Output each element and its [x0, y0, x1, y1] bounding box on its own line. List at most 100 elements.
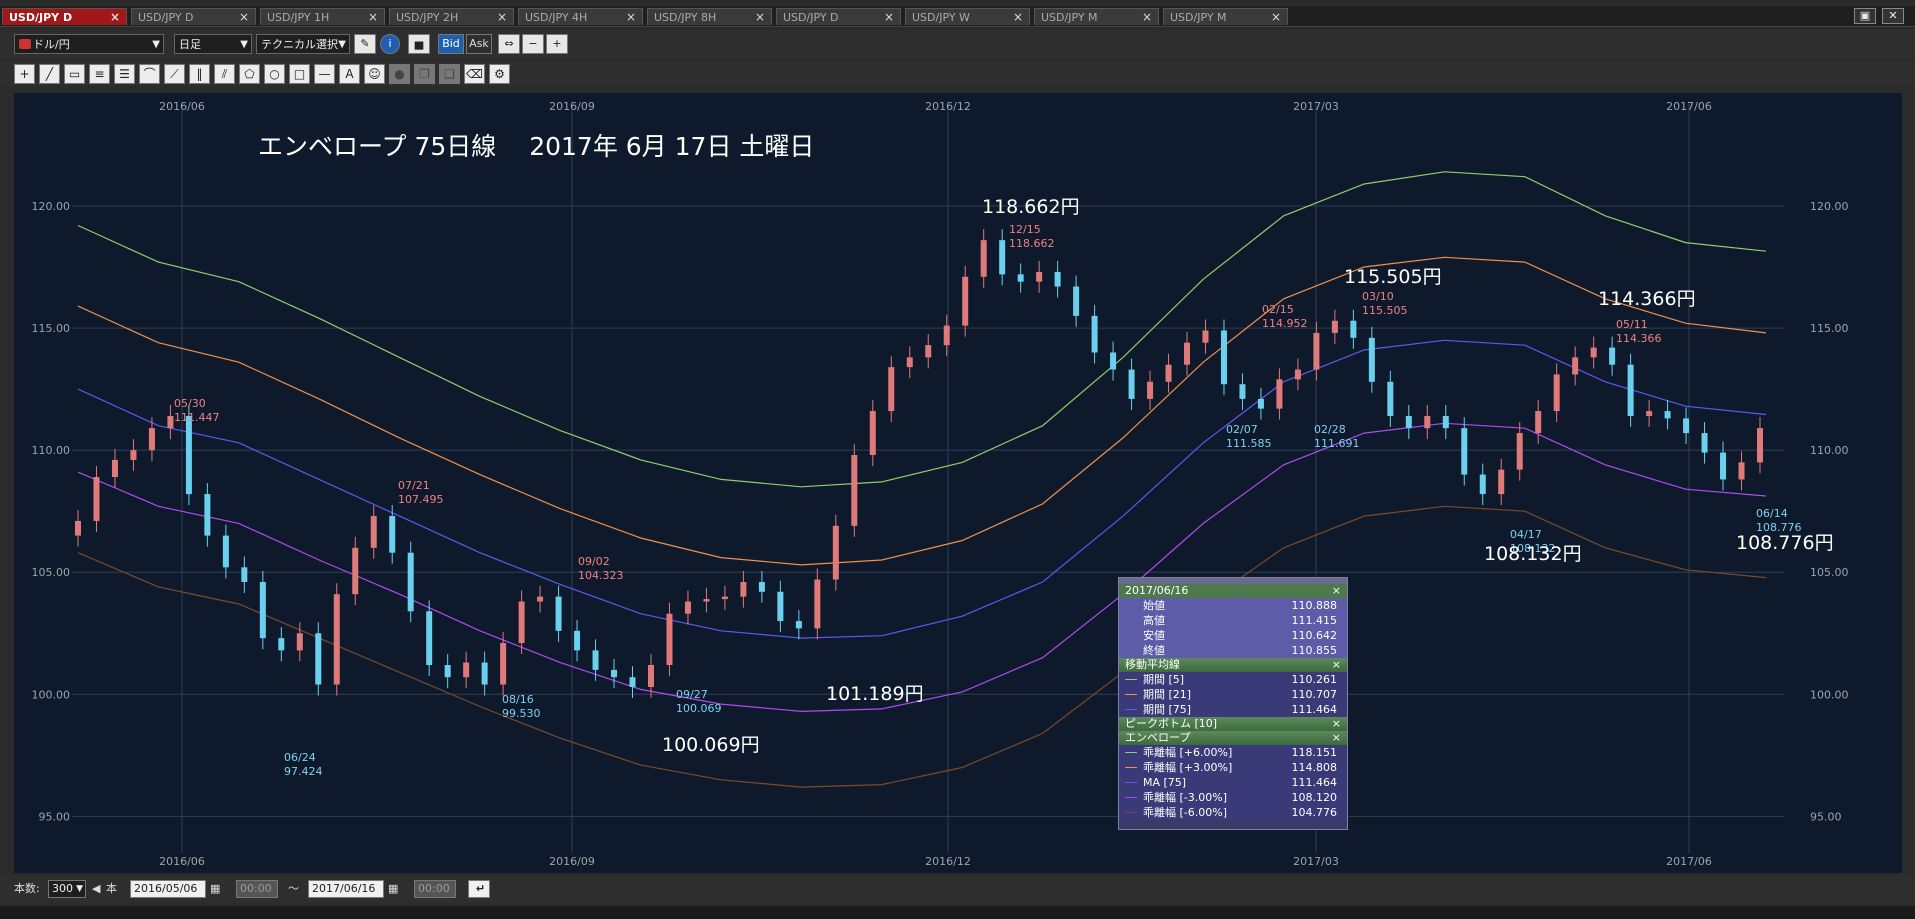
timeframe-select[interactable]: 日足 ▼ — [174, 34, 252, 54]
close-icon[interactable]: × — [110, 9, 120, 26]
data-legend[interactable]: 2017/06/16 × 始値 110.888 高値 111.415 安値 110.642 終… — [1118, 577, 1348, 830]
group-icon[interactable]: ● — [389, 64, 410, 84]
hline-icon[interactable]: — — [314, 64, 335, 84]
zoom-fit-icon[interactable]: ⇔ — [498, 34, 520, 54]
crosshair-icon[interactable]: + — [14, 64, 35, 84]
tab-5[interactable]: USD/JPY 8H × — [647, 8, 772, 25]
tab-1[interactable]: USD/JPY D × — [131, 8, 256, 25]
symbol-select[interactable]: ドル/円 ▼ — [14, 34, 164, 54]
tab-8[interactable]: USD/JPY M × — [1034, 8, 1159, 25]
pen-icon[interactable]: ✎ — [354, 34, 376, 54]
maximize-icon[interactable]: ▣ — [1854, 8, 1876, 24]
close-icon[interactable]: × — [368, 9, 378, 26]
candle-body — [943, 325, 950, 346]
hlines-icon[interactable]: ≡ — [89, 64, 110, 84]
peak-date-label: 05/11 — [1616, 318, 1648, 331]
close-icon[interactable]: × — [755, 9, 765, 26]
legend-label: 乖離幅 [-6.00%] — [1143, 806, 1227, 819]
tab-2[interactable]: USD/JPY 1H × — [260, 8, 385, 25]
arc-icon[interactable]: ⌒ — [139, 64, 160, 84]
close-icon[interactable]: × — [1332, 584, 1341, 598]
polygon-icon[interactable]: ⬠ — [239, 64, 260, 84]
from-time-field[interactable]: 00:00 — [236, 880, 278, 898]
to-date-field[interactable]: 2017/06/16 — [308, 880, 384, 898]
chart-type-icon[interactable]: ▅ — [408, 34, 430, 54]
fan-icon[interactable]: ⟋ — [164, 64, 185, 84]
y-tick-label-right: 110.00 — [1810, 444, 1849, 457]
count-value: 300 — [52, 882, 73, 895]
legend-row: 乖離幅 [+3.00%] 114.808 — [1119, 760, 1347, 775]
stepper-arrow-icon[interactable]: ◀ — [92, 880, 100, 898]
close-icon[interactable]: × — [239, 9, 249, 26]
calendar-icon[interactable]: ▦ — [210, 880, 220, 898]
big-price-label: 118.662円 — [982, 196, 1080, 218]
technical-select[interactable]: テクニカル選択 ▼ — [256, 34, 350, 54]
ruler-icon[interactable]: ▭ — [64, 64, 85, 84]
info-icon[interactable]: i — [380, 34, 400, 54]
legend-ma-title: 移動平均線 — [1125, 658, 1180, 671]
legend-row: 始値 110.888 — [1119, 598, 1347, 613]
tab-7[interactable]: USD/JPY W × — [905, 8, 1030, 25]
legend-swatch — [1125, 679, 1137, 680]
close-icon[interactable]: × — [1013, 9, 1023, 26]
legend-value: 111.415 — [1291, 614, 1338, 627]
tab-0[interactable]: USD/JPY D × — [2, 8, 127, 25]
to-time-field[interactable]: 00:00 — [414, 880, 456, 898]
close-icon[interactable]: × — [497, 9, 507, 26]
legend-label: 安値 — [1143, 629, 1165, 642]
close-icon[interactable]: × — [1271, 9, 1281, 26]
candle-body — [1091, 315, 1098, 353]
candle-body — [721, 596, 728, 600]
big-price-label: 115.505円 — [1344, 266, 1442, 288]
candle-body — [832, 525, 839, 580]
paste-icon[interactable]: ❏ — [439, 64, 460, 84]
candle-body — [1720, 452, 1727, 480]
y-tick-label-left: 105.00 — [32, 566, 71, 579]
technical-select-value: テクニカル選択 — [261, 38, 338, 51]
circle-icon[interactable]: ○ — [264, 64, 285, 84]
copy-icon[interactable]: ❐ — [414, 64, 435, 84]
close-icon[interactable]: × — [626, 9, 636, 26]
calendar-icon[interactable]: ▦ — [388, 880, 398, 898]
tab-4[interactable]: USD/JPY 4H × — [518, 8, 643, 25]
candle-body — [814, 579, 821, 629]
close-icon[interactable]: × — [1332, 717, 1341, 731]
chart-area[interactable]: 120.00 120.00 115.00 115.00 110.00 110.00 105.… — [14, 93, 1902, 873]
close-icon[interactable]: × — [1332, 658, 1341, 672]
line-icon[interactable]: ╱ — [39, 64, 60, 84]
close-icon[interactable]: × — [1332, 731, 1341, 745]
price-chart[interactable]: 120.00 120.00 115.00 115.00 110.00 110.00 105.… — [14, 93, 1902, 873]
tab-9[interactable]: USD/JPY M × — [1163, 8, 1288, 25]
emoji-icon[interactable]: ☺ — [364, 64, 385, 84]
rectangle-icon[interactable]: □ — [289, 64, 310, 84]
candle-body — [1257, 398, 1264, 409]
candle-body — [740, 581, 747, 597]
text-icon[interactable]: A — [339, 64, 360, 84]
tab-3[interactable]: USD/JPY 2H × — [389, 8, 514, 25]
tab-6[interactable]: USD/JPY D × — [776, 8, 901, 25]
bid-button[interactable]: Bid — [438, 34, 464, 54]
close-icon[interactable]: ✕ — [1882, 8, 1904, 24]
peak-value-label: 111.691 — [1314, 437, 1360, 450]
candle-body — [1701, 433, 1708, 453]
from-date-field[interactable]: 2016/05/06 — [130, 880, 206, 898]
pitchfork-icon[interactable]: ⫽ — [214, 64, 235, 84]
candle-body — [684, 601, 691, 614]
close-icon[interactable]: × — [884, 9, 894, 26]
zoom-in-icon[interactable]: + — [546, 34, 568, 54]
envelope-line-0 — [77, 171, 1767, 488]
close-icon[interactable]: × — [1142, 9, 1152, 26]
apply-range-button[interactable]: ↵ — [468, 880, 490, 898]
vlines-icon[interactable]: ‖ — [189, 64, 210, 84]
peak-value-label: 118.662 — [1009, 237, 1055, 250]
candle-body — [1350, 320, 1357, 338]
eraser-icon[interactable]: ⌫ — [464, 64, 485, 84]
zoom-out-icon[interactable]: − — [522, 34, 544, 54]
settings-tool-icon[interactable]: ⚙ — [489, 64, 510, 84]
candle-body — [315, 633, 322, 685]
ask-button[interactable]: Ask — [466, 34, 492, 54]
count-select[interactable]: 300 ▼ — [48, 880, 86, 898]
channel-icon[interactable]: ☰ — [114, 64, 135, 84]
legend-value: 110.855 — [1291, 644, 1338, 657]
peak-date-label: 05/30 — [174, 397, 206, 410]
